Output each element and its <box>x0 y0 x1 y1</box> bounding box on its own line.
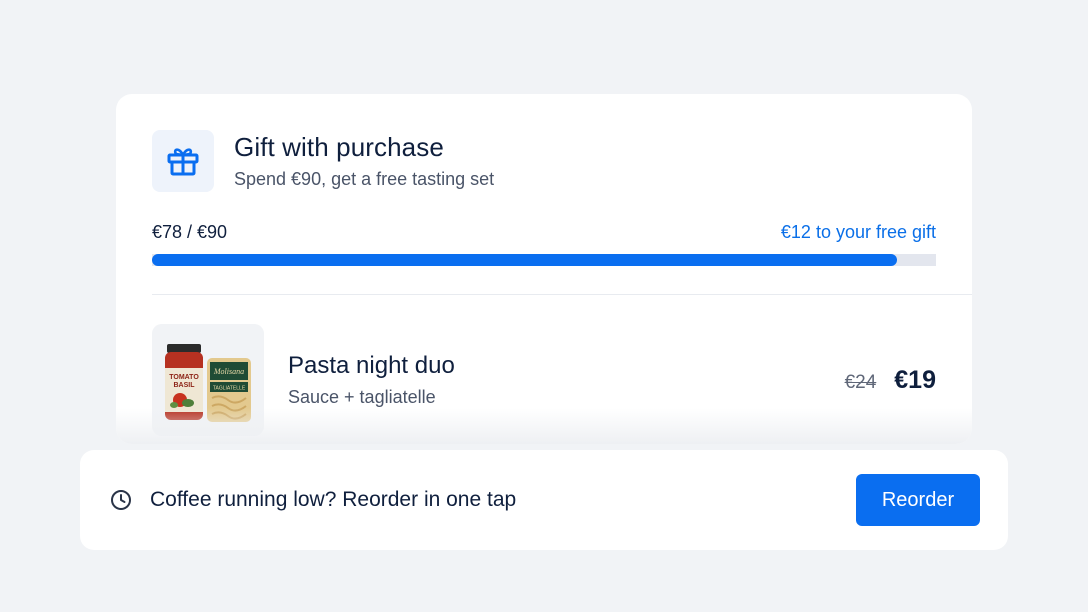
clock-icon <box>108 487 134 513</box>
progress-labels: €78 / €90 €12 to your free gift <box>152 221 936 243</box>
gift-text: Gift with purchase Spend €90, get a free… <box>234 132 494 190</box>
gift-subtitle: Spend €90, get a free tasting set <box>234 169 495 189</box>
gift-icon <box>167 148 199 176</box>
gift-icon-container <box>152 130 214 192</box>
reorder-banner: Coffee running low? Reorder in one tap R… <box>80 450 1008 550</box>
card-fade-overlay <box>116 408 972 444</box>
svg-text:Molisana: Molisana <box>213 367 244 376</box>
progress-bar <box>152 254 936 266</box>
jar-label-line1: TOMATO <box>169 374 199 381</box>
divider <box>152 294 972 295</box>
sale-price: €19 <box>894 365 936 394</box>
jar-label-line2: BASIL <box>174 382 196 389</box>
reorder-message: Coffee running low? Reorder in one tap <box>150 488 517 511</box>
progress-remaining-amount: €12 to your free gift <box>780 222 936 242</box>
pasta-label: TAGLIATELLE <box>213 386 246 392</box>
gift-title: Gift with purchase <box>234 132 444 162</box>
product-description: Sauce + tagliatelle <box>288 387 436 407</box>
original-price: €24 <box>844 371 877 393</box>
progress-current-amount: €78 / €90 <box>152 222 228 242</box>
product-info: Pasta night duo Sauce + tagliatelle <box>288 352 845 408</box>
product-prices: €24 €19 <box>845 366 936 395</box>
product-name: Pasta night duo <box>288 352 455 379</box>
gift-header: Gift with purchase Spend €90, get a free… <box>152 130 494 192</box>
progress-bar-fill <box>152 254 897 266</box>
reorder-button[interactable]: Reorder <box>856 474 980 526</box>
gift-with-purchase-card: Gift with purchase Spend €90, get a free… <box>116 94 972 444</box>
